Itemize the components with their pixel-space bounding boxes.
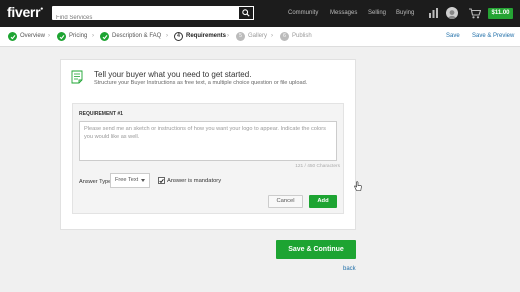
nav-messages[interactable]: Messages <box>330 10 357 16</box>
nav-selling[interactable]: Selling <box>368 10 386 16</box>
top-navbar: fiverr● Community Messages Selling Buyin… <box>0 0 520 27</box>
add-button[interactable]: Add <box>309 195 337 208</box>
step-label: Pricing <box>69 33 88 39</box>
cart-icon[interactable] <box>469 8 481 19</box>
save-continue-button[interactable]: Save & Continue <box>276 240 356 259</box>
chevron-right-icon: › <box>48 33 50 39</box>
nav-community[interactable]: Community <box>288 10 318 16</box>
mandatory-checkbox[interactable] <box>158 177 165 184</box>
chevron-right-icon: › <box>271 33 273 39</box>
requirement-label: REQUIREMENT #1 <box>79 111 123 117</box>
search-button[interactable] <box>238 6 254 20</box>
step-label: Gallery <box>248 33 268 39</box>
chevron-right-icon: › <box>227 33 229 39</box>
avatar[interactable] <box>446 7 458 19</box>
chevron-right-icon: › <box>92 33 94 39</box>
answer-type-label: Answer Type <box>79 179 112 185</box>
answer-type-select[interactable]: Free Text <box>110 173 150 188</box>
step-label: Overview <box>20 33 46 39</box>
gig-steps-bar: Overview › Pricing › Description & FAQ ›… <box>0 27 520 47</box>
step-label: Description & FAQ <box>112 33 162 39</box>
step-complete-icon <box>100 32 109 41</box>
mandatory-label[interactable]: Answer is mandatory <box>167 178 221 184</box>
step-label: Requirements <box>186 33 227 39</box>
answer-type-value: Free Text <box>115 177 139 183</box>
search-input[interactable] <box>52 11 232 25</box>
panel-title: Tell your buyer what you need to get sta… <box>94 70 252 79</box>
step-complete-icon <box>8 32 17 41</box>
balance-badge[interactable]: $11.00 <box>488 8 513 19</box>
nav-buying[interactable]: Buying <box>396 10 414 16</box>
chevron-right-icon: › <box>166 33 168 39</box>
checkmark-icon <box>159 178 164 183</box>
user-icon <box>447 10 457 19</box>
step-complete-icon <box>57 32 66 41</box>
step-label: Publish <box>292 33 312 39</box>
hand-cursor-icon <box>354 181 362 191</box>
character-counter: 121 / 450 Characters <box>295 164 340 169</box>
search-bar <box>52 6 254 25</box>
panel-subtitle: Structure your Buyer Instructions as fre… <box>94 80 308 86</box>
step-number-badge: 4 <box>174 32 183 41</box>
requirement-textarea[interactable]: Please send me an sketch or instructions… <box>79 121 337 161</box>
search-icon <box>242 9 250 17</box>
back-link[interactable]: back <box>343 266 356 272</box>
step-number-badge: 6 <box>280 32 289 41</box>
fiverr-logo[interactable]: fiverr● <box>7 4 43 20</box>
instructions-scroll-icon <box>71 70 83 84</box>
save-link[interactable]: Save <box>446 33 460 39</box>
analytics-icon[interactable] <box>429 8 438 18</box>
save-preview-link[interactable]: Save & Preview <box>472 33 514 39</box>
step-number-badge: 5 <box>236 32 245 41</box>
cancel-button[interactable]: Cancel <box>268 195 303 208</box>
chevron-down-icon <box>141 179 145 182</box>
